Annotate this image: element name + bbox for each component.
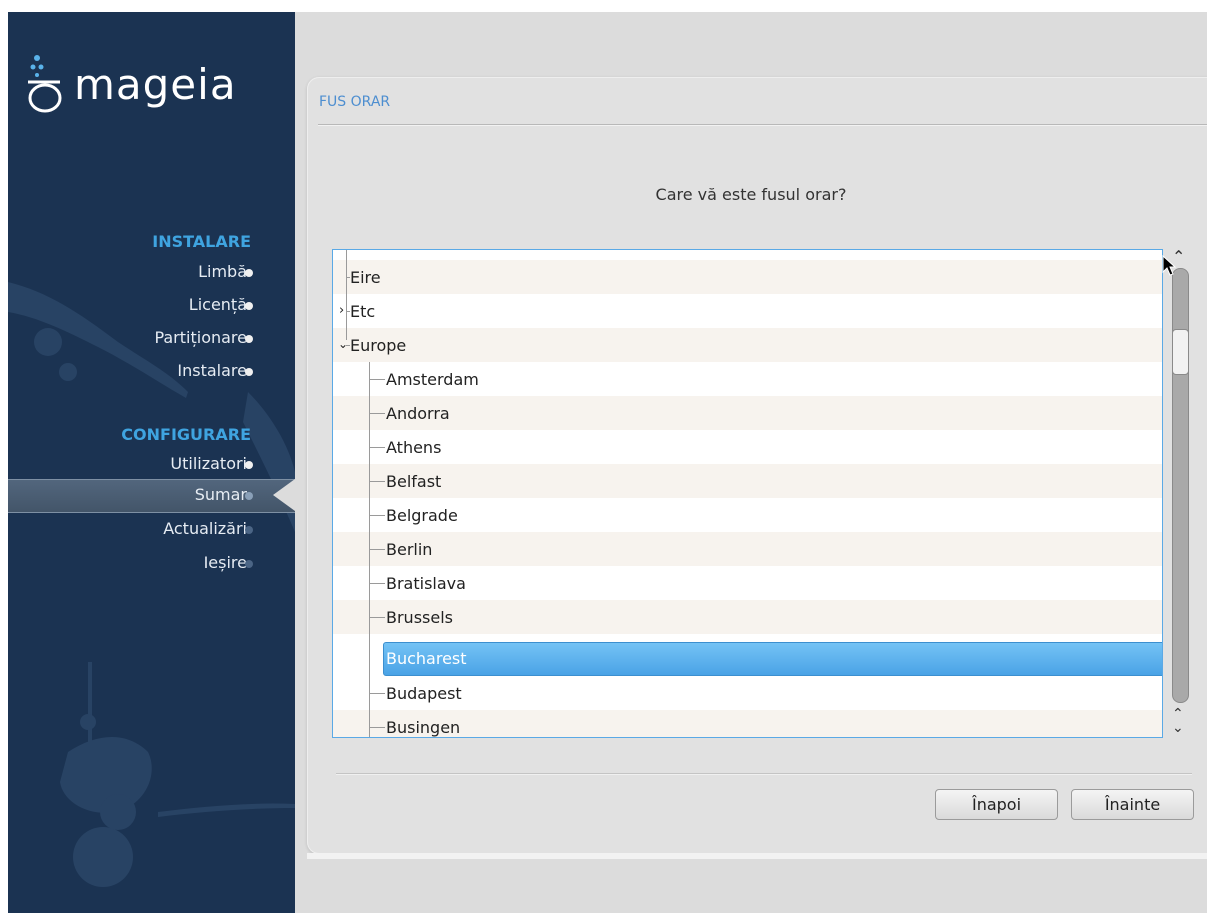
tree-connector — [369, 447, 385, 448]
step-status-dot — [245, 526, 253, 534]
tree-item-label: Busingen — [386, 718, 461, 737]
tree-item-belgrade[interactable]: Belgrade — [333, 498, 1162, 532]
next-button[interactable]: Înainte — [1071, 789, 1194, 820]
tree-item-label: Belgrade — [386, 506, 458, 525]
timezone-tree[interactable]: Eire › Etc ⌄ Europe Amsterdam Andorra At… — [332, 249, 1163, 738]
step-utilizatori: Utilizatori — [8, 450, 295, 480]
tree-connector — [346, 345, 350, 346]
tree-item-busingen[interactable]: Busingen — [333, 710, 1162, 737]
tree-item-belfast[interactable]: Belfast — [333, 464, 1162, 498]
tree-item-label: Athens — [386, 438, 442, 457]
tree-connector — [369, 379, 385, 380]
tree-item-bucharest-selected[interactable]: Bucharest — [333, 642, 1162, 676]
tree-connector — [369, 515, 385, 516]
tree-item-label: Brussels — [386, 608, 453, 627]
tree-connector — [369, 727, 385, 728]
step-status-dot — [245, 368, 253, 376]
sidebar: mageia INSTALARE Limbă Licență Partițion… — [8, 12, 295, 913]
step-status-dot — [245, 560, 253, 568]
tree-connector — [369, 583, 385, 584]
step-status-dot — [245, 492, 253, 500]
step-status-dot — [245, 269, 253, 277]
step-partitionare: Partiționare — [8, 324, 295, 354]
tree-item-andorra[interactable]: Andorra — [333, 396, 1162, 430]
step-status-dot — [245, 302, 253, 310]
section-title-instalare: INSTALARE — [152, 232, 251, 251]
tree-item-eire[interactable]: Eire — [333, 260, 1162, 294]
tree-connector — [346, 277, 350, 278]
step-label: Ieșire — [203, 553, 247, 572]
step-iesire: Ieșire — [8, 549, 295, 579]
expand-arrow-icon[interactable]: › — [339, 303, 344, 318]
tree-item-label: Eire — [350, 268, 381, 287]
tree-item-label: Berlin — [386, 540, 433, 559]
logo-wordmark: mageia — [74, 60, 237, 109]
dialog-title: FUS ORAR — [319, 94, 391, 110]
step-sumar-active: Sumar — [8, 479, 295, 513]
tree-item-amsterdam[interactable]: Amsterdam — [333, 362, 1162, 396]
back-button[interactable]: Înapoi — [935, 789, 1058, 820]
tree-item-brussels[interactable]: Brussels — [333, 600, 1162, 634]
tree-item-label: Etc — [350, 302, 376, 321]
title-divider — [318, 124, 1207, 125]
tree-item-label: Bratislava — [386, 574, 466, 593]
tree-connector — [369, 617, 385, 618]
active-step-pointer — [273, 479, 295, 511]
tree-connector — [346, 250, 347, 340]
step-instalare: Instalare — [8, 357, 295, 387]
section-title-configurare: CONFIGURARE — [121, 425, 251, 444]
scrollbar-thumb[interactable] — [1172, 329, 1189, 375]
tree-item-label: Bucharest — [386, 649, 467, 668]
step-label: Sumar — [194, 485, 247, 504]
step-licenta: Licență — [8, 291, 295, 321]
tree-connector — [369, 362, 370, 737]
tree-item-budapest[interactable]: Budapest — [333, 676, 1162, 710]
selection-highlight — [383, 642, 1162, 676]
panel-bottom-edge — [307, 853, 1207, 859]
tree-item-label: Budapest — [386, 684, 462, 703]
step-status-dot — [245, 461, 253, 469]
tree-connector — [369, 693, 385, 694]
tree-item-label: Amsterdam — [386, 370, 479, 389]
tree-item-athens[interactable]: Athens — [333, 430, 1162, 464]
tree-item-label: Europe — [350, 336, 407, 355]
tree-connector — [369, 413, 385, 414]
step-status-dot — [245, 335, 253, 343]
mouse-pointer-icon — [1162, 255, 1176, 276]
step-label: Utilizatori — [170, 454, 247, 473]
tree-item-berlin[interactable]: Berlin — [333, 532, 1162, 566]
step-label: Licență — [188, 295, 247, 314]
tree-item-label: Andorra — [386, 404, 450, 423]
tree-item-europe[interactable]: ⌄ Europe — [333, 328, 1162, 362]
tree-item-label: Belfast — [386, 472, 442, 491]
tree-item-etc[interactable]: › Etc — [333, 294, 1162, 328]
timezone-question: Care vă este fusul orar? — [655, 185, 847, 204]
step-actualizari: Actualizări — [8, 515, 295, 545]
tree-connector — [369, 549, 385, 550]
mageia-logo: mageia — [28, 52, 288, 132]
mageia-cauldron-icon — [28, 55, 62, 113]
tree-connector — [346, 311, 350, 312]
button-area-divider — [336, 773, 1192, 774]
scroll-down-arrow-icon[interactable]: ⌃ ⌄ — [1172, 707, 1184, 735]
tree-connector — [369, 481, 385, 482]
step-label: Limbă — [198, 262, 247, 281]
step-limba: Limbă — [8, 258, 295, 288]
step-label: Partiționare — [154, 328, 247, 347]
step-label: Instalare — [177, 361, 247, 380]
tree-item-bratislava[interactable]: Bratislava — [333, 566, 1162, 600]
step-label: Actualizări — [163, 519, 247, 538]
